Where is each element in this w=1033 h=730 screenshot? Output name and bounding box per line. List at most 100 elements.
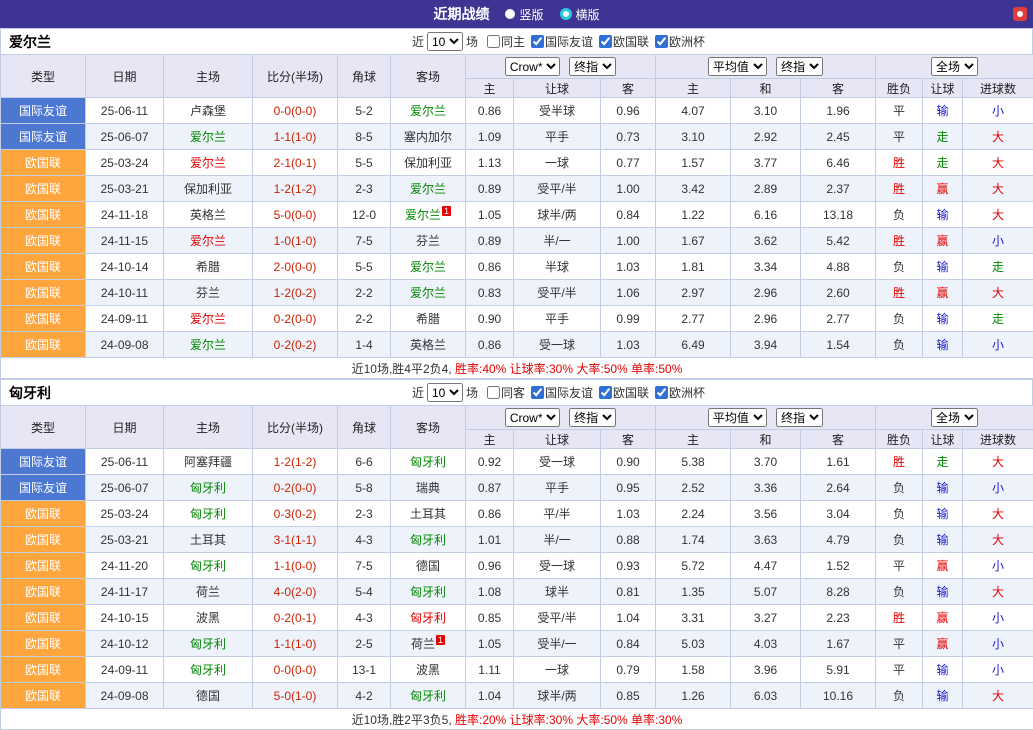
filter-checkbox[interactable]: 欧洲杯 bbox=[655, 33, 705, 50]
cell-result-goals: 小 bbox=[963, 332, 1033, 358]
col-header-odds-handicap: 让球 bbox=[514, 430, 601, 449]
cell-away-team[interactable]: 爱尔兰 bbox=[391, 280, 466, 306]
match-count-select[interactable]: 10 bbox=[427, 383, 463, 402]
cell-home-team[interactable]: 匈牙利 bbox=[164, 501, 253, 527]
cell-away-team[interactable]: 土耳其 bbox=[391, 501, 466, 527]
cell-home-team[interactable]: 卢森堡 bbox=[164, 98, 253, 124]
cell-away-team[interactable]: 瑞典 bbox=[391, 475, 466, 501]
cell-home-team[interactable]: 保加利亚 bbox=[164, 176, 253, 202]
cell-corners: 12-0 bbox=[338, 202, 391, 228]
radio-label: 横版 bbox=[576, 6, 600, 23]
cell-away-team[interactable]: 希腊 bbox=[391, 306, 466, 332]
checkbox-input[interactable] bbox=[531, 35, 544, 48]
average-select-cell: 平均值 终指 bbox=[656, 55, 876, 79]
cell-home-team[interactable]: 匈牙利 bbox=[164, 657, 253, 683]
checkbox-input[interactable] bbox=[487, 386, 500, 399]
cell-home-team[interactable]: 爱尔兰 bbox=[164, 124, 253, 150]
team-name: 爱尔兰 bbox=[9, 32, 51, 52]
cell-home-team[interactable]: 希腊 bbox=[164, 254, 253, 280]
cell-home-team[interactable]: 芬兰 bbox=[164, 280, 253, 306]
odds-stage-select[interactable]: 终指 bbox=[569, 408, 616, 427]
filter-checkbox[interactable]: 国际友谊 bbox=[531, 384, 593, 401]
filter-checkbox[interactable]: 同客 bbox=[487, 384, 525, 401]
match-count-select[interactable]: 10 bbox=[427, 32, 463, 51]
avg-stage-select[interactable]: 终指 bbox=[776, 408, 823, 427]
cell-away-team[interactable]: 爱尔兰 bbox=[391, 98, 466, 124]
cell-away-team[interactable]: 爱尔兰 bbox=[391, 176, 466, 202]
cell-home-team[interactable]: 匈牙利 bbox=[164, 475, 253, 501]
col-header-handicap-result: 让球 bbox=[923, 79, 963, 98]
cell-home-team[interactable]: 德国 bbox=[164, 683, 253, 709]
col-header-date: 日期 bbox=[86, 55, 164, 98]
cell-away-team[interactable]: 匈牙利 bbox=[391, 579, 466, 605]
cell-result-winloss: 负 bbox=[876, 254, 923, 280]
cell-odds-handicap: 球半 bbox=[514, 579, 601, 605]
cell-score: 1-0(1-0) bbox=[253, 228, 338, 254]
checkbox-input[interactable] bbox=[655, 386, 668, 399]
cell-score: 1-2(1-2) bbox=[253, 176, 338, 202]
filter-checkbox[interactable]: 欧国联 bbox=[599, 384, 649, 401]
col-header-type: 类型 bbox=[1, 406, 86, 449]
cell-away-team[interactable]: 保加利亚 bbox=[391, 150, 466, 176]
cell-result-handicap: 输 bbox=[923, 475, 963, 501]
cell-home-team[interactable]: 爱尔兰 bbox=[164, 150, 253, 176]
cell-away-team[interactable]: 德国 bbox=[391, 553, 466, 579]
cell-away-team[interactable]: 爱尔兰 bbox=[391, 254, 466, 280]
col-header-away: 客场 bbox=[391, 55, 466, 98]
checkbox-input[interactable] bbox=[599, 386, 612, 399]
cell-away-team[interactable]: 塞内加尔 bbox=[391, 124, 466, 150]
avg-stage-select[interactable]: 终指 bbox=[776, 57, 823, 76]
match-row: 欧国联24-10-12匈牙利1-1(1-0)2-5荷兰11.05受半/一0.84… bbox=[1, 631, 1033, 657]
cell-odds-handicap: 一球 bbox=[514, 657, 601, 683]
cell-away-team[interactable]: 匈牙利 bbox=[391, 605, 466, 631]
cell-home-team[interactable]: 波黑 bbox=[164, 605, 253, 631]
cell-away-team[interactable]: 匈牙利 bbox=[391, 449, 466, 475]
cell-competition-type: 欧国联 bbox=[1, 280, 86, 306]
scope-select[interactable]: 全场 bbox=[931, 57, 978, 76]
layout-option-vertical[interactable]: 竖版 bbox=[505, 6, 543, 23]
cell-avg-away: 8.28 bbox=[801, 579, 876, 605]
rank-badge: 1 bbox=[442, 206, 451, 216]
filter-checkbox[interactable]: 欧洲杯 bbox=[655, 384, 705, 401]
average-select[interactable]: 平均值 bbox=[708, 408, 767, 427]
odds-stage-select[interactable]: 终指 bbox=[569, 57, 616, 76]
cell-avg-away: 2.77 bbox=[801, 306, 876, 332]
cell-avg-home: 3.10 bbox=[656, 124, 731, 150]
bookmaker-select[interactable]: Crow* bbox=[505, 57, 560, 76]
average-select[interactable]: 平均值 bbox=[708, 57, 767, 76]
checkbox-label: 欧洲杯 bbox=[669, 33, 705, 50]
cell-home-team[interactable]: 匈牙利 bbox=[164, 553, 253, 579]
cell-odds-home: 0.86 bbox=[466, 332, 514, 358]
layout-option-horizontal[interactable]: 横版 bbox=[560, 6, 600, 23]
bookmaker-select[interactable]: Crow* bbox=[505, 408, 560, 427]
cell-away-team[interactable]: 匈牙利 bbox=[391, 683, 466, 709]
checkbox-input[interactable] bbox=[531, 386, 544, 399]
cell-home-team[interactable]: 爱尔兰 bbox=[164, 228, 253, 254]
scope-select[interactable]: 全场 bbox=[931, 408, 978, 427]
cell-away-team[interactable]: 匈牙利 bbox=[391, 527, 466, 553]
cell-away-team[interactable]: 芬兰 bbox=[391, 228, 466, 254]
cell-home-team[interactable]: 爱尔兰 bbox=[164, 332, 253, 358]
corner-badge-icon[interactable] bbox=[1013, 7, 1027, 21]
filter-checkbox[interactable]: 欧国联 bbox=[599, 33, 649, 50]
cell-home-team[interactable]: 英格兰 bbox=[164, 202, 253, 228]
cell-home-team[interactable]: 荷兰 bbox=[164, 579, 253, 605]
cell-away-team[interactable]: 英格兰 bbox=[391, 332, 466, 358]
filter-checkbox[interactable]: 国际友谊 bbox=[531, 33, 593, 50]
cell-home-team[interactable]: 土耳其 bbox=[164, 527, 253, 553]
cell-home-team[interactable]: 阿塞拜疆 bbox=[164, 449, 253, 475]
cell-home-team[interactable]: 爱尔兰 bbox=[164, 306, 253, 332]
cell-avg-away: 3.04 bbox=[801, 501, 876, 527]
checkbox-label: 国际友谊 bbox=[545, 384, 593, 401]
cell-away-team[interactable]: 波黑 bbox=[391, 657, 466, 683]
cell-result-goals: 小 bbox=[963, 553, 1033, 579]
cell-odds-handicap: 半/一 bbox=[514, 527, 601, 553]
cell-home-team[interactable]: 匈牙利 bbox=[164, 631, 253, 657]
checkbox-input[interactable] bbox=[655, 35, 668, 48]
filter-checkbox[interactable]: 同主 bbox=[487, 33, 525, 50]
cell-away-team[interactable]: 爱尔兰1 bbox=[391, 202, 466, 228]
checkbox-input[interactable] bbox=[599, 35, 612, 48]
cell-away-team[interactable]: 荷兰1 bbox=[391, 631, 466, 657]
match-row: 欧国联24-10-11芬兰1-2(0-2)2-2爱尔兰0.83受平/半1.062… bbox=[1, 280, 1033, 306]
checkbox-input[interactable] bbox=[487, 35, 500, 48]
